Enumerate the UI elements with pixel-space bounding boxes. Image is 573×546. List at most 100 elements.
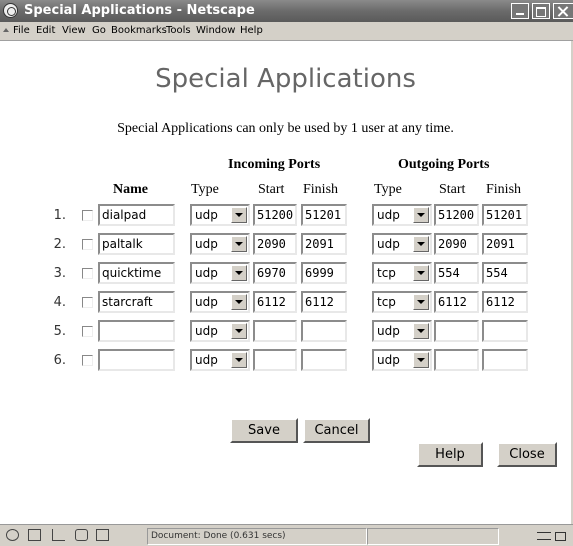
dropdown-arrow-icon[interactable] [413,323,429,339]
incoming-type-select[interactable]: udp [190,233,250,255]
outgoing-start-input[interactable] [434,349,479,371]
outgoing-type-select[interactable]: udp [372,349,432,371]
incoming-start-input[interactable]: 2090 [253,233,297,255]
dropdown-arrow-icon[interactable] [413,236,429,252]
outgoing-start-input[interactable]: 554 [434,262,479,284]
incoming-finish-input[interactable] [301,320,347,342]
close-window-button[interactable] [553,3,573,19]
page-title: Special Applications [155,64,416,94]
dropdown-arrow-icon[interactable] [231,207,247,223]
row-enable-checkbox[interactable] [82,268,93,279]
mail-icon[interactable] [28,529,41,541]
outgoing-ports-header: Outgoing Ports [398,157,490,172]
row-number: 6. [53,353,66,368]
app-name-input[interactable] [98,349,175,371]
menu-tools[interactable]: Tools [166,24,191,38]
minimize-button[interactable] [511,3,529,19]
incoming-type-header: Type [191,182,219,197]
app-name-input[interactable]: quicktime [98,262,175,284]
row-enable-checkbox[interactable] [82,239,93,250]
outgoing-start-input[interactable]: 2090 [434,233,479,255]
incoming-finish-header: Finish [303,182,339,197]
page-content: Special Applications Special Application… [0,41,573,524]
navigator-icon[interactable] [6,529,19,541]
incoming-finish-input[interactable]: 6999 [301,262,347,284]
outgoing-finish-input[interactable] [482,349,528,371]
outgoing-type-value: udp [377,237,400,251]
dropdown-arrow-icon[interactable] [231,265,247,281]
app-name-input[interactable]: paltalk [98,233,175,255]
outgoing-finish-input[interactable]: 51201 [482,204,528,226]
outgoing-finish-input[interactable]: 554 [482,262,528,284]
outgoing-finish-header: Finish [486,182,522,197]
help-button[interactable]: Help [417,442,483,467]
incoming-start-header: Start [258,182,285,197]
incoming-finish-input[interactable] [301,349,347,371]
dropdown-arrow-icon[interactable] [413,265,429,281]
app-name-input[interactable] [98,320,175,342]
incoming-type-select[interactable]: udp [190,291,250,313]
incoming-type-select[interactable]: udp [190,204,250,226]
row-number: 5. [53,324,66,339]
outgoing-finish-input[interactable]: 2091 [482,233,528,255]
app-name-input[interactable]: dialpad [98,204,175,226]
dropdown-arrow-icon[interactable] [231,323,247,339]
instant-messenger-icon[interactable] [52,529,65,541]
row-enable-checkbox[interactable] [82,210,93,221]
outgoing-type-value: udp [377,353,400,367]
incoming-start-input[interactable] [253,349,297,371]
row-enable-checkbox[interactable] [82,355,93,366]
incoming-finish-input[interactable]: 6112 [301,291,347,313]
security-lock-icon[interactable] [555,532,566,541]
close-button[interactable]: Close [497,442,557,467]
outgoing-type-select[interactable]: udp [372,320,432,342]
outgoing-type-select[interactable]: udp [372,204,432,226]
outgoing-finish-input[interactable]: 6112 [482,291,528,313]
dropdown-arrow-icon[interactable] [231,294,247,310]
incoming-finish-input[interactable]: 51201 [301,204,347,226]
menu-edit[interactable]: Edit [36,24,55,38]
incoming-start-input[interactable]: 6112 [253,291,297,313]
outgoing-start-input[interactable]: 6112 [434,291,479,313]
menu-window[interactable]: Window [196,24,235,38]
row-enable-checkbox[interactable] [82,297,93,308]
menu-file[interactable]: File [13,24,30,38]
row-enable-checkbox[interactable] [82,326,93,337]
incoming-type-select[interactable]: udp [190,262,250,284]
outgoing-type-select[interactable]: tcp [372,262,432,284]
incoming-type-value: udp [195,353,218,367]
dropdown-arrow-icon[interactable] [231,236,247,252]
incoming-type-select[interactable]: udp [190,320,250,342]
outgoing-type-select[interactable]: tcp [372,291,432,313]
menu-grip-icon[interactable] [3,28,9,32]
dropdown-arrow-icon[interactable] [413,294,429,310]
incoming-finish-input[interactable]: 2091 [301,233,347,255]
app-name-input[interactable]: starcraft [98,291,175,313]
incoming-start-input[interactable]: 6970 [253,262,297,284]
menu-view[interactable]: View [62,24,86,38]
dropdown-arrow-icon[interactable] [413,207,429,223]
dropdown-arrow-icon[interactable] [231,352,247,368]
save-button[interactable]: Save [230,418,298,443]
outgoing-finish-input[interactable] [482,320,528,342]
row-number: 4. [53,295,66,310]
incoming-start-input[interactable]: 51200 [253,204,297,226]
status-bar: Document: Done (0.631 secs) [0,524,573,546]
status-progress-panel [367,528,499,545]
outgoing-start-input[interactable]: 51200 [434,204,479,226]
cancel-button[interactable]: Cancel [303,418,370,443]
dropdown-arrow-icon[interactable] [413,352,429,368]
netscape-logo-icon [3,3,18,18]
outgoing-type-value: udp [377,208,400,222]
composer-icon[interactable] [75,529,88,541]
menu-bookmarks[interactable]: Bookmarks [111,24,167,38]
address-book-icon[interactable] [96,529,109,541]
outgoing-start-input[interactable] [434,320,479,342]
outgoing-type-select[interactable]: udp [372,233,432,255]
incoming-start-input[interactable] [253,320,297,342]
usage-notice: Special Applications can only be used by… [117,121,454,136]
menu-help[interactable]: Help [240,24,263,38]
incoming-type-select[interactable]: udp [190,349,250,371]
maximize-button[interactable] [532,3,550,19]
menu-go[interactable]: Go [92,24,106,38]
